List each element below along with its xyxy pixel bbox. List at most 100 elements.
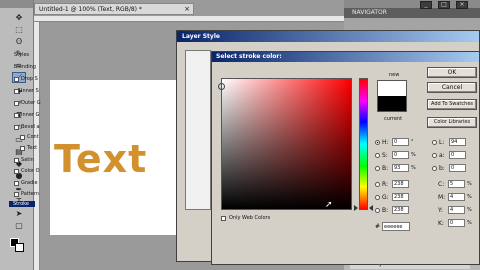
saturation-brightness-field[interactable]: [221, 78, 352, 210]
hex-input[interactable]: eeeeee: [382, 222, 411, 231]
style-item-inner-shadow[interactable]: Inner S: [14, 88, 39, 94]
checkbox[interactable]: [20, 145, 25, 151]
style-item-drop-shadow[interactable]: Drop S: [14, 76, 38, 82]
style-item-label: Cont: [27, 134, 39, 140]
checkbox[interactable]: [14, 88, 19, 94]
close-icon[interactable]: ×: [184, 5, 190, 13]
color-picker-dialog: Select stroke color: new current OK Canc…: [211, 51, 480, 265]
style-item-texture[interactable]: Text: [20, 145, 37, 151]
lab-l-input[interactable]: 94: [449, 138, 466, 146]
marquee-tool-icon[interactable]: ⬚: [12, 24, 26, 35]
checkbox[interactable]: [14, 191, 19, 197]
minimize-icon[interactable]: _: [420, 1, 432, 9]
lab-l-label: L:: [439, 138, 445, 146]
saturation-input[interactable]: 0: [392, 151, 409, 159]
cyan-field: C: 5%: [438, 180, 472, 188]
green-field: G: 238: [375, 193, 409, 201]
lab-b-field: b: 0: [432, 164, 466, 172]
web-colors-option[interactable]: Only Web Colors: [221, 215, 270, 221]
lab-a-input[interactable]: 0: [449, 151, 466, 159]
style-item-label: Inner S: [21, 88, 39, 94]
checkbox[interactable]: [14, 100, 19, 106]
blue-input[interactable]: 238: [392, 206, 409, 214]
red-radio[interactable]: [375, 181, 380, 187]
blending-options[interactable]: Blending: [14, 64, 36, 70]
color-selector-ring[interactable]: [218, 83, 225, 90]
styles-list: [185, 50, 211, 210]
checkbox[interactable]: [14, 168, 19, 174]
canvas-text-layer[interactable]: Text: [54, 137, 147, 181]
document-tab[interactable]: Untitled-1 @ 100% (Text, RGB/8) * ×: [34, 3, 194, 15]
maximize-icon[interactable]: □: [438, 1, 450, 9]
style-item-outer-glow[interactable]: Outer G: [14, 100, 41, 106]
style-item-bevel[interactable]: Bevel a: [14, 124, 40, 130]
hue-input[interactable]: 0: [392, 138, 409, 146]
checkbox[interactable]: [14, 180, 19, 186]
brightness-input[interactable]: 93: [392, 164, 409, 172]
styles-header-label: Styles: [14, 52, 30, 58]
style-item-label: Text: [27, 145, 38, 151]
hue-slider-right-arrow-icon[interactable]: [369, 205, 373, 211]
checkbox[interactable]: [14, 157, 19, 163]
lab-l-field: L: 94: [432, 138, 466, 146]
cyan-input[interactable]: 5: [448, 180, 465, 188]
style-item-pattern-overlay[interactable]: Pattern: [14, 191, 39, 197]
tools-grip[interactable]: [0, 0, 33, 8]
green-input[interactable]: 238: [392, 193, 409, 201]
new-color-label: new: [389, 72, 400, 78]
checkbox[interactable]: [20, 134, 25, 140]
magenta-field: M: 4%: [438, 193, 472, 201]
hue-field: H: 0 °: [375, 138, 414, 146]
magenta-input[interactable]: 4: [448, 193, 465, 201]
add-to-swatches-button[interactable]: Add To Swatches: [427, 99, 477, 110]
blue-radio[interactable]: [375, 207, 380, 213]
saturation-radio[interactable]: [375, 152, 380, 158]
style-item-satin[interactable]: Satin: [14, 157, 34, 163]
style-item-gradient-overlay[interactable]: Gradie: [14, 180, 38, 186]
blending-label: Blending: [14, 64, 36, 70]
style-item-label: Satin: [21, 157, 34, 163]
cancel-button[interactable]: Cancel: [427, 82, 477, 93]
background-color-swatch[interactable]: [15, 243, 24, 252]
cyan-label: C:: [438, 180, 445, 188]
red-input[interactable]: 238: [392, 180, 409, 188]
color-picker-title: Select stroke color:: [212, 52, 479, 62]
mouse-pointer-icon: ➚: [325, 200, 333, 210]
style-item-inner-glow[interactable]: Inner G: [14, 112, 39, 118]
ok-button[interactable]: OK: [427, 67, 477, 78]
lasso-tool-icon[interactable]: ʘ: [12, 36, 26, 47]
checkbox[interactable]: [14, 112, 19, 118]
checkbox[interactable]: [14, 124, 19, 130]
web-colors-label: Only Web Colors: [229, 215, 271, 221]
hue-slider[interactable]: [359, 78, 368, 210]
style-item-label: Stroke: [13, 201, 29, 207]
shape-tool-icon[interactable]: ▢: [12, 220, 26, 231]
color-libraries-button[interactable]: Color Libraries: [427, 117, 477, 128]
close-window-icon[interactable]: ×: [456, 1, 468, 9]
style-item-contour[interactable]: Cont: [20, 134, 39, 140]
style-item-color-overlay[interactable]: Color O: [14, 168, 40, 174]
lab-l-radio[interactable]: [432, 139, 437, 145]
yellow-field: Y: 4%: [438, 206, 472, 214]
brightness-radio[interactable]: [375, 165, 380, 171]
blue-field: B: 238: [375, 206, 409, 214]
move-tool-icon[interactable]: ✥: [12, 12, 26, 23]
current-color-swatch[interactable]: [377, 96, 407, 112]
hue-slider-left-arrow-icon[interactable]: [354, 205, 358, 211]
web-colors-checkbox[interactable]: [221, 215, 226, 221]
style-item-stroke[interactable]: Stroke: [9, 201, 35, 207]
lab-a-radio[interactable]: [432, 152, 437, 158]
yellow-input[interactable]: 4: [448, 206, 465, 214]
style-item-label: Inner G: [21, 112, 40, 118]
document-tab-title: Untitled-1 @ 100% (Text, RGB/8) *: [39, 6, 142, 13]
lab-b-input[interactable]: 0: [449, 164, 466, 172]
styles-header[interactable]: Styles: [14, 52, 29, 58]
hue-radio[interactable]: [375, 139, 380, 145]
checkbox[interactable]: [14, 76, 19, 82]
style-item-label: Color O: [21, 168, 40, 174]
black-input[interactable]: 0: [448, 219, 465, 227]
path-select-tool-icon[interactable]: ➤: [12, 208, 26, 219]
lab-b-radio[interactable]: [432, 165, 437, 171]
green-radio[interactable]: [375, 194, 380, 200]
hex-label: #: [375, 223, 381, 230]
